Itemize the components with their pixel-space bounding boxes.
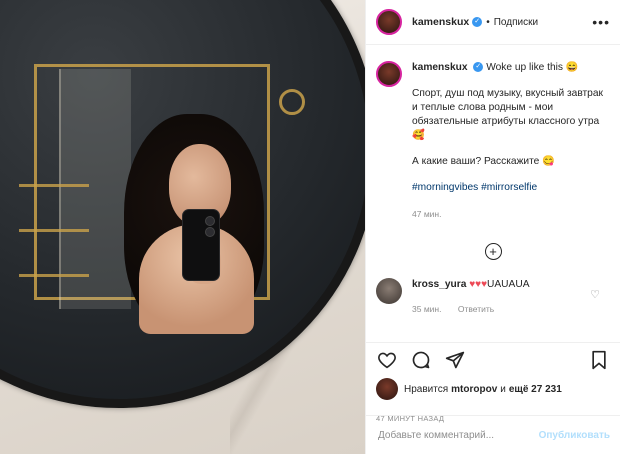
caption-hashtags: #morningvibes #mirrorselfie (412, 181, 608, 195)
hashtag-link[interactable]: #mirrorselfie (481, 182, 537, 193)
load-more-comments: + (366, 243, 620, 260)
caption-text: Woke up like this 😄 (486, 62, 579, 73)
comment-text: UAUAUA (487, 279, 530, 290)
caption-username[interactable]: kamenskux (412, 62, 468, 73)
action-icons (376, 349, 610, 371)
caption-body: kamenskux ✓ Woke up like this 😄 Спорт, д… (412, 61, 608, 221)
liker-avatar[interactable] (376, 378, 398, 400)
caption-paragraph: А какие ваши? Расскажите 😋 (412, 156, 555, 167)
comment-line: kross_yura ♥♥♥UAUAUA (412, 278, 530, 292)
phone-camera (205, 227, 215, 237)
separator-dot: • (486, 16, 490, 28)
comment-hearts: ♥♥♥ (469, 279, 488, 290)
post-sidebar: kamenskux ✓ • Подписки ••• kamenskux ✓ W… (365, 0, 620, 454)
following-button[interactable]: Подписки (494, 17, 538, 28)
verified-icon: ✓ (472, 17, 483, 27)
likes-prefix: Нравится (404, 383, 449, 395)
liker-username[interactable]: mtoropov (451, 384, 497, 395)
reply-button[interactable]: Ответить (458, 304, 494, 314)
verified-icon: ✓ (473, 62, 484, 73)
post-caption: kamenskux ✓ Woke up like this 😄 Спорт, д… (366, 45, 620, 221)
likes-summary: Нравится mtoropov и ещё 27 231 (376, 378, 610, 400)
author-avatar[interactable] (376, 9, 402, 35)
hashtag-link[interactable]: #morningvibes (412, 182, 478, 193)
plus-circle-icon[interactable]: + (484, 243, 502, 260)
gold-shelf (19, 229, 89, 232)
caption-first-line: kamenskux ✓ Woke up like this 😄 (412, 61, 608, 75)
comment-item: kross_yura ♥♥♥UAUAUA 35 мин. Ответить ♡ (366, 260, 620, 316)
smartphone (182, 209, 220, 281)
publish-button[interactable]: Опубликовать (539, 430, 610, 441)
bookmark-icon[interactable] (588, 349, 610, 371)
post-photo[interactable] (0, 0, 365, 454)
caption-paragraph: Спорт, душ под музыку, вкусный завтрак и… (412, 88, 603, 141)
post-actions: Нравится mtoropov и ещё 27 231 47 МИНУТ … (366, 342, 620, 423)
comment-like-heart-icon[interactable]: ♡ (590, 288, 600, 301)
glass-panel (59, 69, 131, 309)
shower-head (279, 89, 305, 115)
comment-input[interactable] (376, 428, 539, 442)
gold-shelf (19, 184, 89, 187)
heart-icon[interactable] (376, 349, 398, 371)
likes-count[interactable]: ещё 27 231 (509, 384, 562, 395)
gold-shelf (19, 274, 89, 277)
instagram-post: kamenskux ✓ • Подписки ••• kamenskux ✓ W… (0, 0, 620, 454)
comment-body: kross_yura ♥♥♥UAUAUA 35 мин. Ответить (412, 278, 530, 316)
comment-time: 35 мин. (412, 304, 442, 314)
comment-username[interactable]: kross_yura (412, 279, 466, 290)
comment-icon[interactable] (410, 349, 432, 371)
more-icon[interactable]: ••• (592, 14, 610, 30)
post-header: kamenskux ✓ • Подписки ••• (366, 0, 620, 45)
comment-avatar[interactable] (376, 278, 402, 304)
likes-and: и (500, 383, 506, 395)
caption-avatar[interactable] (376, 61, 402, 87)
phone-camera (205, 216, 215, 226)
share-icon[interactable] (444, 349, 466, 371)
author-username[interactable]: kamenskux (412, 16, 469, 28)
caption-time: 47 мин. (412, 209, 442, 219)
comment-meta: 35 мин. Ответить (412, 302, 530, 316)
add-comment-bar: Опубликовать (366, 415, 620, 454)
